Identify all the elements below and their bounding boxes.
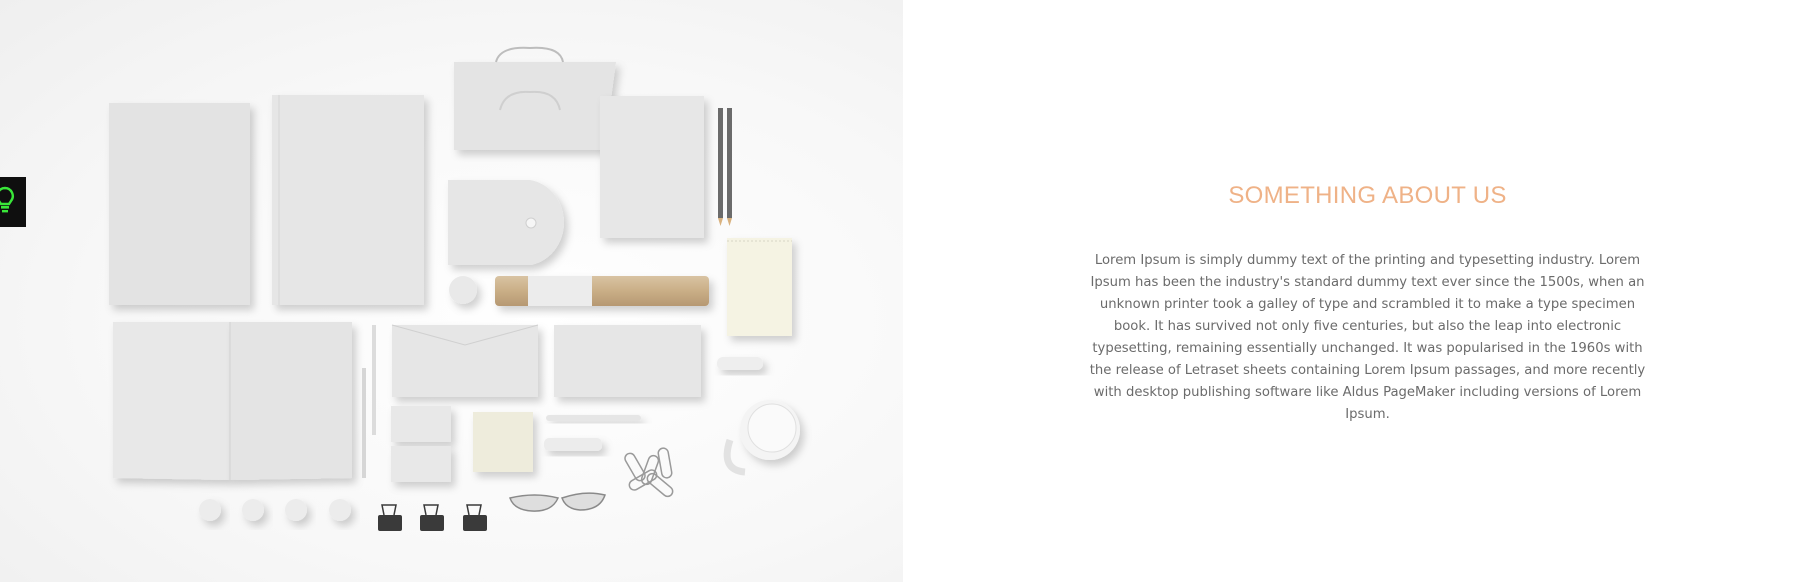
stationery-mockup-image — [0, 0, 903, 582]
about-section: SOMETHING ABOUT US Lorem Ipsum is simply… — [1080, 178, 1655, 426]
lightbulb-icon — [0, 185, 16, 220]
side-panel-toggle[interactable] — [0, 177, 26, 227]
about-paragraph: Lorem Ipsum is simply dummy text of the … — [1089, 253, 1646, 422]
section-title: SOMETHING ABOUT US — [1228, 182, 1507, 209]
